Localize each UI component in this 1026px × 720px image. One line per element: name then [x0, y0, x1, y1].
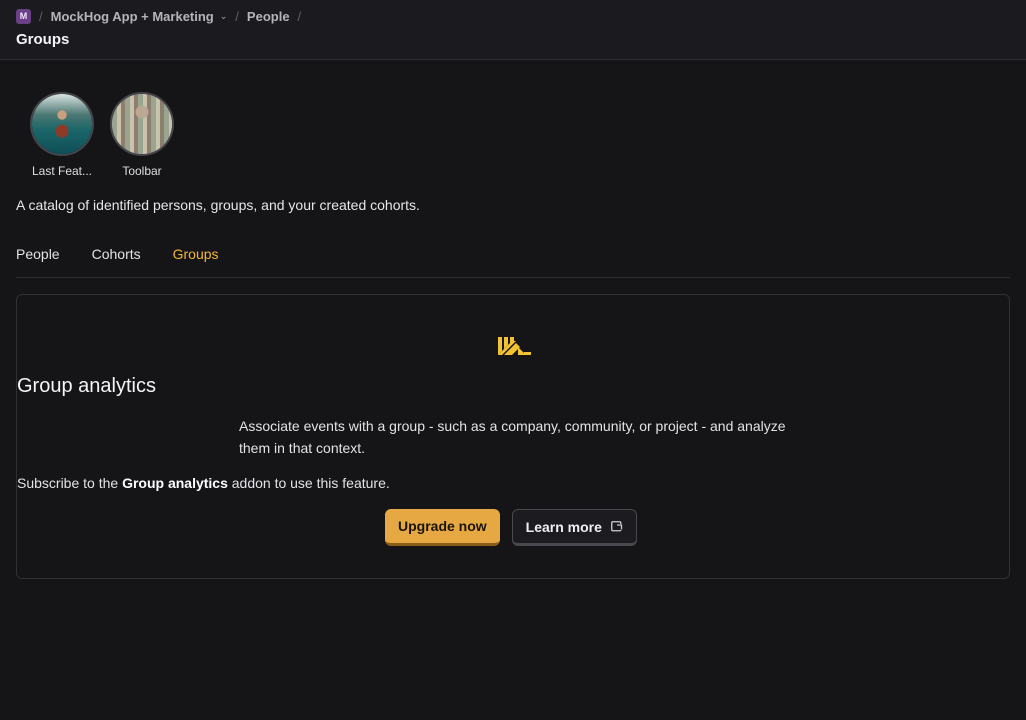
story-toolbar[interactable]: Toolbar [108, 92, 176, 178]
subscribe-suffix: addon to use this feature. [227, 475, 390, 491]
learn-more-button[interactable]: Learn more [511, 509, 637, 546]
card-actions: Upgrade now Learn more [385, 509, 637, 546]
top-bar: M / MockHog App + Marketing ⌄ / People /… [0, 0, 1026, 60]
addon-name: Group analytics [122, 475, 228, 491]
breadcrumb-separator: / [235, 8, 239, 24]
tab-groups[interactable]: Groups [173, 240, 219, 277]
breadcrumb-separator: / [39, 8, 43, 24]
project-badge-icon[interactable]: M [16, 8, 31, 24]
upgrade-now-button[interactable]: Upgrade now [385, 509, 500, 546]
subscribe-text: Subscribe to the Group analytics addon t… [17, 475, 1009, 491]
upgrade-card: Group analytics Associate events with a … [16, 294, 1010, 579]
hedgehog-logo-icon [498, 337, 531, 355]
card-title: Group analytics [17, 375, 156, 397]
breadcrumb-project[interactable]: MockHog App + Marketing [51, 9, 214, 24]
page-title: Groups [16, 31, 70, 48]
tab-people[interactable]: People [16, 240, 60, 277]
story-thumbnail[interactable] [30, 92, 94, 156]
breadcrumb: M / MockHog App + Marketing ⌄ / People / [16, 7, 309, 25]
tab-bar: People Cohorts Groups [16, 240, 1010, 278]
external-link-icon [611, 521, 623, 532]
learn-more-label: Learn more [525, 518, 602, 535]
breadcrumb-separator: / [297, 8, 302, 24]
story-label: Toolbar [122, 164, 162, 178]
tab-cohorts[interactable]: Cohorts [92, 240, 141, 277]
breadcrumb-people[interactable]: People [247, 9, 290, 24]
page-description: A catalog of identified persons, groups,… [16, 197, 420, 213]
card-description: Associate events with a group - such as … [239, 418, 786, 456]
stories-row: Last Feat... Toolbar [28, 92, 176, 178]
subscribe-prefix: Subscribe to the [17, 475, 123, 491]
upgrade-now-label: Upgrade now [398, 518, 487, 534]
chevron-down-icon[interactable]: ⌄ [220, 11, 228, 22]
story-last-feature[interactable]: Last Feat... [28, 92, 96, 178]
story-thumbnail[interactable] [110, 92, 174, 156]
story-label: Last Feat... [31, 164, 93, 178]
